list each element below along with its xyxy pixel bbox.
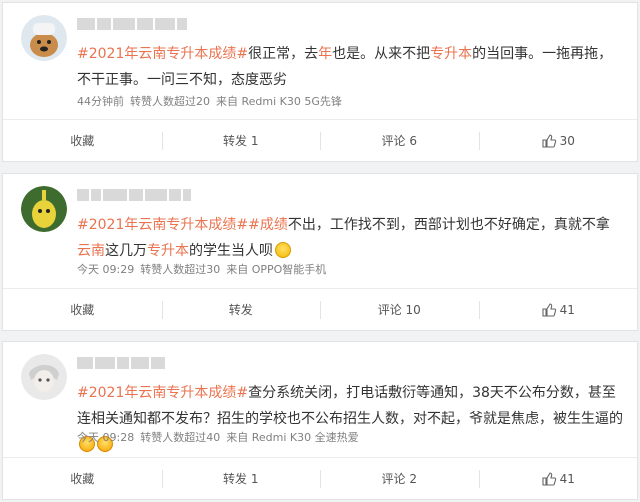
post-text: #2021年云南专升本成绩#查分系统关闭，打电话敷衍等通知，38天不公布分数，甚…	[77, 380, 623, 458]
post-text: #2021年云南专升本成绩#很正常，去年也是。从来不把专升本的当回事。一拖再拖，…	[77, 46, 613, 88]
topic-link[interactable]: #2021年云南专升本成绩#	[77, 385, 248, 401]
like-button[interactable]: 41	[478, 289, 638, 330]
action-bar: 收藏 转发 1 评论 6 30	[3, 119, 637, 161]
collect-button[interactable]: 收藏	[3, 120, 162, 161]
topic-link[interactable]: #2021年云南专升本成绩#	[77, 217, 248, 233]
repost-button[interactable]: 转发 1	[161, 458, 321, 499]
repost-count-text: 转赞人数超过30	[140, 263, 221, 276]
thumbs-up-icon	[541, 471, 557, 487]
like-button[interactable]: 41	[478, 458, 638, 499]
post-time[interactable]: 今天 09:29	[77, 263, 134, 276]
repost-count-text: 转赞人数超过40	[140, 431, 221, 444]
weibo-post: #2021年云南专升本成绩#查分系统关闭，打电话敷衍等通知，38天不公布分数，甚…	[2, 341, 638, 500]
thumbs-up-icon	[541, 302, 557, 318]
repost-count-text: 转赞人数超过20	[130, 95, 210, 108]
collect-button[interactable]: 收藏	[3, 289, 162, 330]
avatar[interactable]	[21, 354, 67, 400]
avatar[interactable]	[21, 15, 67, 61]
comment-button[interactable]: 评论 2	[320, 458, 479, 499]
repost-button[interactable]: 转发 1	[161, 120, 321, 161]
username-redacted[interactable]	[77, 354, 167, 369]
comment-button[interactable]: 评论 6	[320, 120, 479, 161]
post-source: 来自 OPPO智能手机	[226, 263, 327, 276]
collect-button[interactable]: 收藏	[3, 458, 162, 499]
weibo-post: #2021年云南专升本成绩#很正常，去年也是。从来不把专升本的当回事。一拖再拖，…	[2, 2, 638, 162]
topic-link[interactable]: #2021年云南专升本成绩#	[77, 46, 248, 62]
post-meta: 今天 09:29 转赞人数超过30 来自 OPPO智能手机	[77, 261, 332, 277]
repost-button[interactable]: 转发	[161, 289, 321, 330]
post-text: #2021年云南专升本成绩##成绩不出，工作找不到，西部计划也不好确定，真就不拿…	[77, 217, 610, 259]
weibo-post: #2021年云南专升本成绩##成绩不出，工作找不到，西部计划也不好确定，真就不拿…	[2, 173, 638, 331]
action-bar: 收藏 转发 1 评论 2 41	[3, 457, 637, 499]
username-redacted[interactable]	[77, 15, 189, 30]
action-bar: 收藏 转发 评论 10 41	[3, 288, 637, 330]
like-button[interactable]: 30	[478, 120, 638, 161]
post-meta: 44分钟前 转赞人数超过20 来自 Redmi K30 5G先锋	[77, 93, 348, 109]
post-meta: 今天 09:28 转赞人数超过40 来自 Redmi K30 全速热爱	[77, 429, 365, 445]
avatar[interactable]	[21, 186, 67, 232]
post-time[interactable]: 今天 09:28	[77, 431, 134, 444]
comment-button[interactable]: 评论 10	[320, 289, 479, 330]
post-source: 来自 Redmi K30 全速热爱	[226, 431, 359, 444]
thumbs-up-icon	[541, 133, 557, 149]
post-source: 来自 Redmi K30 5G先锋	[216, 95, 342, 108]
smile-emoji-icon	[275, 242, 291, 258]
post-time[interactable]: 44分钟前	[77, 95, 124, 108]
username-redacted[interactable]	[77, 186, 193, 201]
